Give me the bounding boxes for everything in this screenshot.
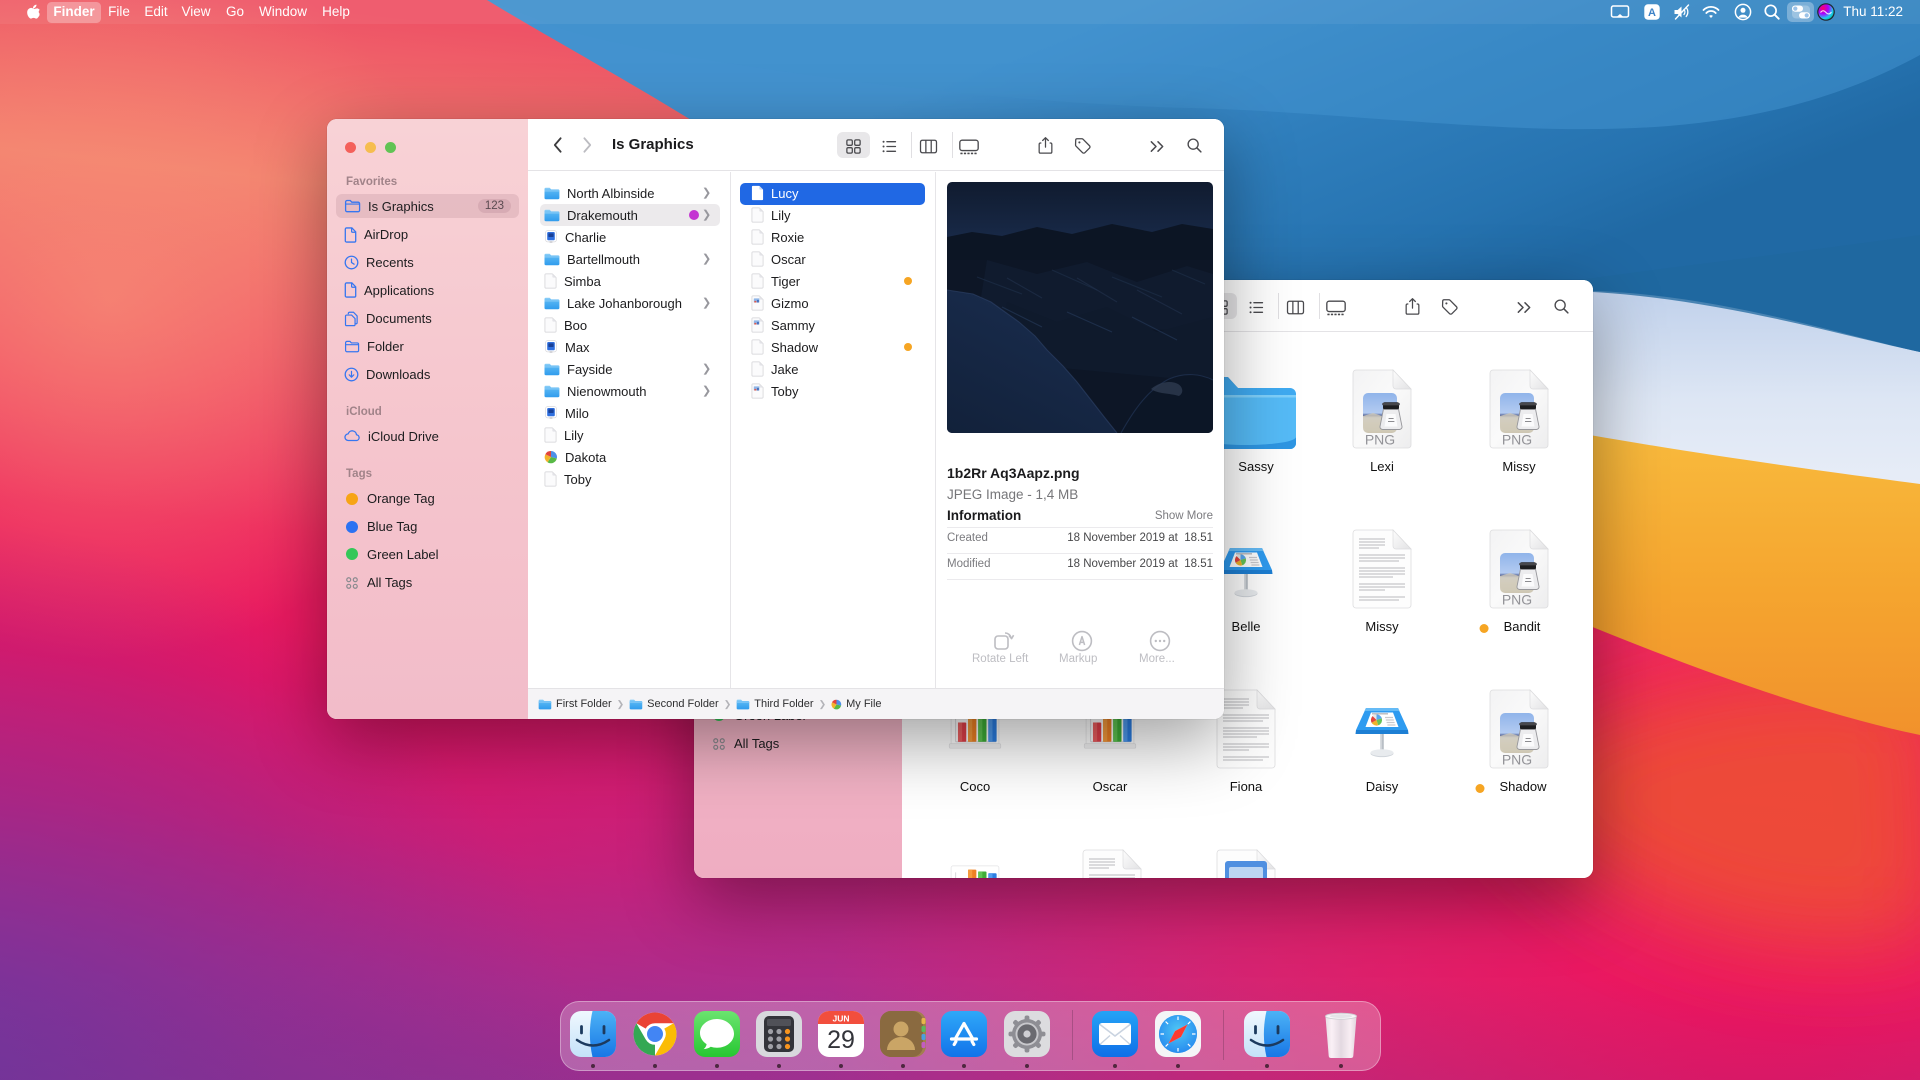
svg-text:A: A (1648, 7, 1656, 19)
